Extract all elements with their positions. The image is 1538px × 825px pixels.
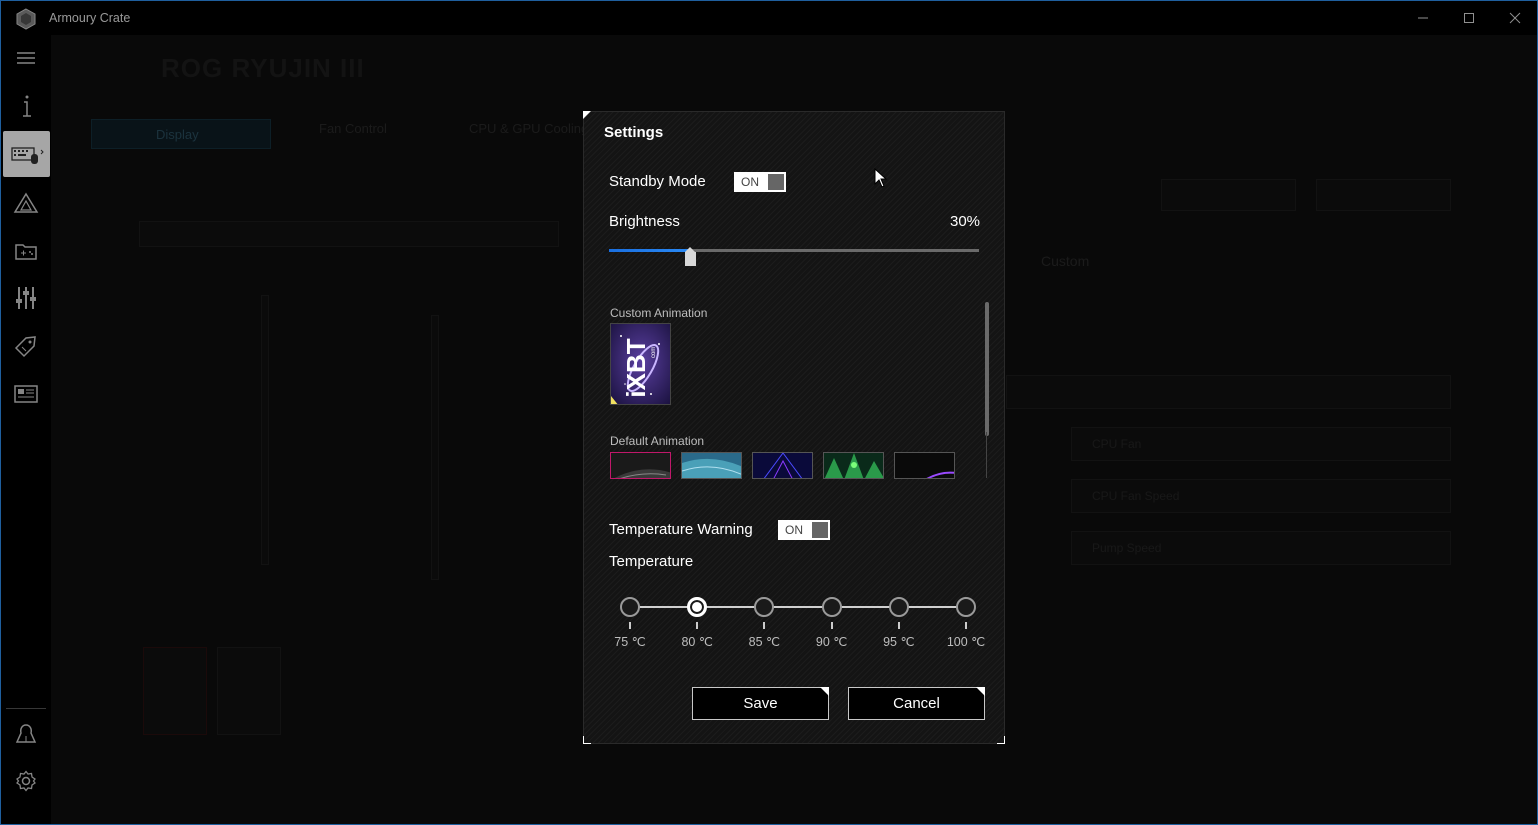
temperature-option-label: 80 ℃: [681, 635, 713, 649]
temperature-option-2[interactable]: [754, 597, 775, 617]
animation-preview: [682, 453, 741, 478]
temperature-tick: [965, 622, 967, 629]
toggle-knob: [768, 174, 784, 190]
temperature-tick: [763, 622, 766, 629]
standby-mode-toggle[interactable]: ON: [734, 172, 786, 192]
brightness-value: 30%: [950, 213, 981, 230]
temperature-tick: [696, 622, 699, 629]
toggle-knob: [812, 522, 828, 538]
corner-accent: [997, 736, 1005, 744]
toggle-state: ON: [785, 523, 803, 537]
temperature-option-label: 85 ℃: [748, 635, 781, 649]
scroll-track: [986, 432, 987, 478]
ixbt-animation-image: iXBT com: [611, 324, 670, 404]
default-animation-5[interactable]: [894, 452, 955, 479]
brightness-slider-fill: [609, 249, 691, 252]
mouse-cursor-icon: [874, 168, 888, 188]
toggle-state: ON: [741, 175, 759, 189]
default-animation-1[interactable]: [610, 452, 671, 479]
temperature-tick: [629, 622, 631, 629]
custom-animation-thumbnail[interactable]: iXBT com: [610, 323, 671, 405]
animation-scrollbar[interactable]: [985, 302, 989, 436]
armoury-crate-window: Armoury Crate ROG RYUJIN III Display Fan…: [0, 0, 1538, 825]
svg-text:com: com: [651, 347, 657, 358]
temperature-warning-toggle[interactable]: ON: [778, 520, 830, 540]
svg-text:iXBT: iXBT: [621, 338, 651, 397]
temperature-warning-label: Temperature Warning: [609, 521, 753, 538]
temperature-option-label: 90 ℃: [815, 635, 848, 649]
temperature-option-3[interactable]: [821, 597, 842, 617]
default-animation-2[interactable]: [681, 452, 742, 479]
corner-accent: [583, 111, 591, 119]
animation-preview: [895, 453, 954, 478]
settings-dialog: Settings Standby Mode ON Brightness 30% …: [583, 111, 1005, 744]
temperature-option-4[interactable]: [888, 597, 909, 617]
cancel-button[interactable]: Cancel: [848, 687, 985, 720]
animation-preview: [824, 453, 883, 478]
default-animation-label: Default Animation: [610, 434, 705, 448]
standby-mode-label: Standby Mode: [609, 173, 706, 190]
temperature-option-1[interactable]: [687, 597, 708, 617]
corner-accent: [583, 736, 591, 744]
temperature-tick: [897, 622, 900, 629]
temperature-option-5[interactable]: [956, 597, 976, 617]
temperature-tick: [830, 622, 833, 629]
custom-animation-label: Custom Animation: [610, 306, 708, 320]
brightness-slider-thumb[interactable]: [684, 247, 696, 266]
brightness-slider[interactable]: [609, 249, 979, 252]
temperature-label: Temperature: [609, 553, 694, 570]
animation-preview: [611, 453, 670, 478]
temperature-option-label: 75 ℃: [614, 635, 646, 649]
animation-preview: [753, 453, 812, 478]
default-animation-3[interactable]: [752, 452, 813, 479]
default-animation-4[interactable]: [823, 452, 884, 479]
brightness-label: Brightness: [609, 213, 680, 230]
dialog-title: Settings: [604, 124, 664, 141]
temperature-option-label: 100 ℃: [946, 635, 986, 649]
temperature-slider-track: [630, 606, 966, 608]
temperature-option-label: 95 ℃: [883, 635, 915, 649]
temperature-option-0[interactable]: [620, 597, 640, 617]
save-button[interactable]: Save: [692, 687, 829, 720]
